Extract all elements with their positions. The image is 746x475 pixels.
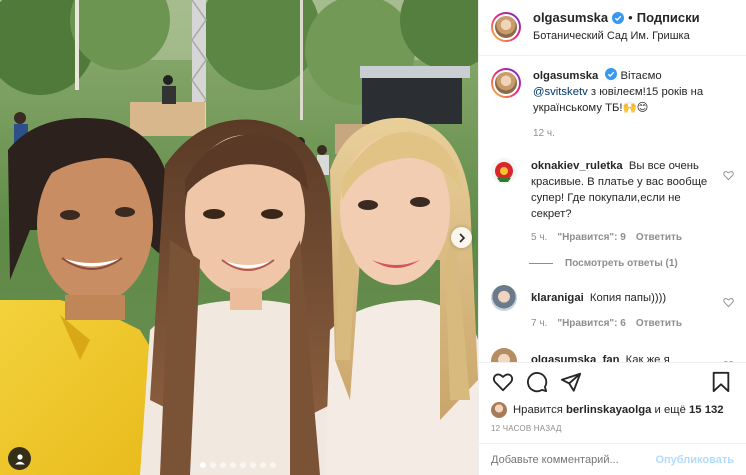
post-header: olgasumska • Подписки Ботанический Сад И… xyxy=(479,0,746,56)
user-tag-icon xyxy=(14,453,25,464)
likes-prefix: Нравится xyxy=(513,404,563,417)
post-actions xyxy=(479,362,746,401)
heart-icon xyxy=(492,373,514,392)
verified-badge-icon xyxy=(612,11,625,24)
bookmark-icon xyxy=(712,372,730,393)
share-button[interactable] xyxy=(559,370,583,394)
chevron-right-icon xyxy=(458,232,465,243)
carousel-dot xyxy=(200,462,206,468)
comments-list[interactable]: olgasumska Вітаємо @svitsketv з ювілеєм!… xyxy=(479,56,746,363)
caption-mention-link[interactable]: @svitsketv xyxy=(533,86,588,98)
comment-time[interactable]: 7 ч. xyxy=(531,316,547,332)
comment-username[interactable]: olgasumska_fan xyxy=(531,354,620,362)
comment-username[interactable]: klaranigai xyxy=(531,292,584,304)
comment-like-icon[interactable] xyxy=(723,170,734,181)
view-replies-button[interactable]: Посмотреть ответы (1) xyxy=(529,258,734,269)
comment-like-icon[interactable] xyxy=(723,297,734,308)
header-separator: • xyxy=(628,10,633,26)
carousel-dot xyxy=(210,462,216,468)
verified-badge-icon xyxy=(605,67,618,80)
save-button[interactable] xyxy=(710,371,734,395)
comment: klaranigai Копия папы)))) 7 ч. "Нравится… xyxy=(491,284,734,332)
author-username[interactable]: olgasumska xyxy=(533,9,608,26)
likes-count[interactable]: 15 132 xyxy=(689,404,724,416)
post-comment-button[interactable]: Опубликовать xyxy=(655,454,734,466)
caption-time[interactable]: 12 ч. xyxy=(533,126,555,142)
liker-avatar xyxy=(491,402,507,419)
caption-text-start: Вітаємо xyxy=(620,69,662,82)
caption-avatar[interactable] xyxy=(491,67,521,98)
add-comment-bar: Опубликовать xyxy=(479,443,746,475)
next-slide-button[interactable] xyxy=(451,227,472,248)
comment-username[interactable]: oknakiev_ruletka xyxy=(531,160,623,172)
following-button[interactable]: Подписки xyxy=(637,9,700,26)
comment-button[interactable] xyxy=(525,370,549,394)
reply-button[interactable]: Ответить xyxy=(636,230,682,246)
post-photo xyxy=(0,0,478,475)
view-replies-label: Посмотреть ответы (1) xyxy=(565,257,678,269)
author-avatar[interactable] xyxy=(491,12,521,43)
carousel-dot xyxy=(240,462,246,468)
carousel-dot xyxy=(270,462,276,468)
comment: oknakiev_ruletka Вы все очень красивые. … xyxy=(491,157,734,246)
post-timestamp[interactable]: 12 ЧАСОВ НАЗАД xyxy=(479,420,746,443)
caption: olgasumska Вітаємо @svitsketv з ювілеєм!… xyxy=(491,67,734,142)
likes-suffix: и ещё xyxy=(654,404,686,417)
comment-likes[interactable]: "Нравится": 9 xyxy=(557,230,626,246)
comment-icon xyxy=(527,371,548,393)
roulette-logo-icon xyxy=(491,157,517,184)
likes-summary[interactable]: Нравится berlinskayaolga и ещё 15 132 xyxy=(479,401,746,420)
caption-username[interactable]: olgasumska xyxy=(533,70,598,82)
comment-likes[interactable]: "Нравится": 6 xyxy=(557,316,626,332)
add-comment-input[interactable] xyxy=(491,453,656,466)
liker-username[interactable]: berlinskayaolga xyxy=(566,404,651,416)
comment-avatar[interactable] xyxy=(491,347,517,363)
comment-text: Как же я xyxy=(625,353,670,363)
reply-button[interactable]: Ответить xyxy=(636,316,682,332)
carousel-dot xyxy=(230,462,236,468)
post-side-panel: olgasumska • Подписки Ботанический Сад И… xyxy=(478,0,746,475)
replies-divider xyxy=(529,262,553,264)
comment: olgasumska_fan Как же я xyxy=(491,347,734,363)
like-button[interactable] xyxy=(491,370,515,394)
carousel-dot xyxy=(250,462,256,468)
carousel-dot xyxy=(220,462,226,468)
post-location[interactable]: Ботанический Сад Им. Гришка xyxy=(533,28,700,45)
tagged-users-button[interactable] xyxy=(8,447,31,470)
comment-text: Копия папы)))) xyxy=(589,291,667,304)
comment-time[interactable]: 5 ч. xyxy=(531,230,547,246)
carousel-dot xyxy=(260,462,266,468)
share-icon xyxy=(560,372,582,392)
comment-avatar[interactable] xyxy=(491,157,517,184)
post-dialog: olgasumska • Подписки Ботанический Сад И… xyxy=(0,0,746,475)
post-media[interactable] xyxy=(0,0,478,475)
carousel-indicator xyxy=(200,462,276,468)
comment-avatar[interactable] xyxy=(491,284,517,311)
